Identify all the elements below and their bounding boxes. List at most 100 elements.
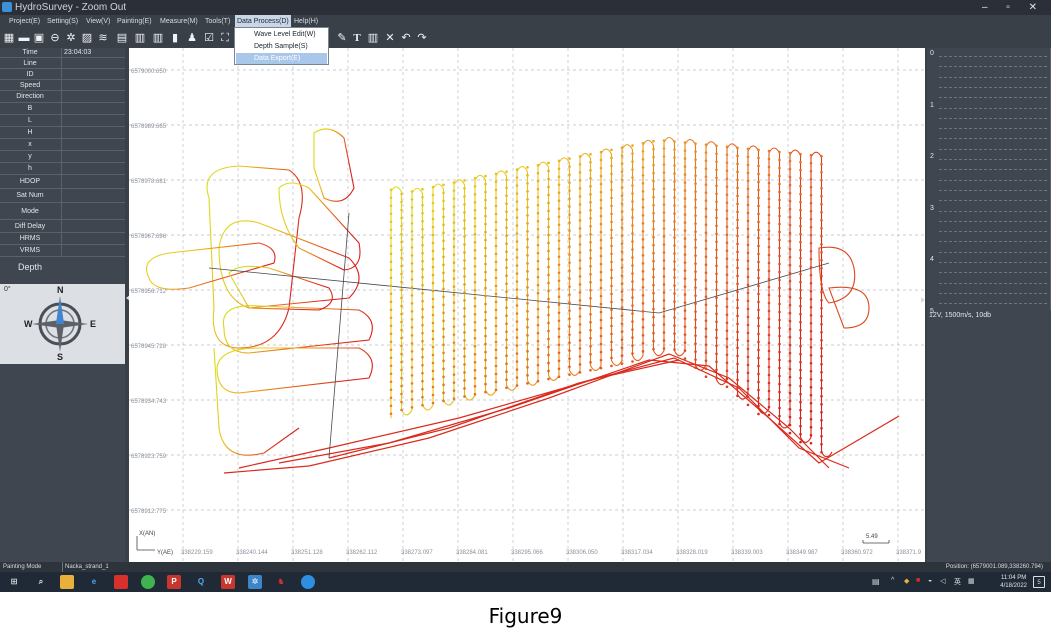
sounding-point — [526, 206, 529, 209]
settings-gear-icon[interactable]: ✲ — [65, 32, 77, 44]
sounding-point — [809, 169, 813, 173]
file-explorer-icon[interactable] — [60, 575, 74, 589]
menu-tools[interactable]: Tools(T) — [203, 15, 232, 29]
layers-icon[interactable]: ▦ — [3, 32, 15, 44]
image-icon[interactable]: ▨ — [81, 32, 93, 44]
save-icon[interactable]: ▣ — [33, 32, 45, 44]
sounding-point — [610, 340, 613, 344]
maximize-button[interactable]: ▫ — [1006, 2, 1018, 13]
edit-icon[interactable]: ✎ — [336, 32, 348, 44]
depth-tick-label: 2 — [930, 153, 934, 160]
video-icon[interactable]: ▮ — [169, 32, 181, 44]
tray-clock[interactable]: 11:04 PM 4/18/2022 — [1000, 574, 1027, 590]
minimize-button[interactable]: – — [982, 2, 996, 13]
wechat-icon[interactable] — [141, 575, 155, 589]
sounding-point — [494, 356, 498, 360]
network-icon[interactable]: ◒ — [928, 577, 932, 584]
hydrosurvey-app-icon[interactable]: ✲ — [248, 575, 262, 589]
ime-icon[interactable]: ▦ — [968, 577, 975, 585]
keyboard-icon[interactable]: ▤ — [872, 577, 880, 586]
fullscreen-icon[interactable]: ⛶ — [219, 32, 231, 44]
sounding-point — [662, 195, 666, 198]
sounding-point — [389, 372, 393, 376]
text-icon[interactable]: T — [351, 32, 363, 44]
tray-app-icon[interactable]: ◆ — [904, 577, 909, 585]
menu-project[interactable]: Project(E) — [7, 15, 42, 29]
browser-q-icon[interactable]: Q — [194, 575, 208, 589]
sounding-point — [662, 219, 666, 222]
wps-icon[interactable]: W — [221, 575, 235, 589]
survey-map-view[interactable]: 6579000.650 6578989.665 6578978.681 6578967… — [129, 48, 925, 562]
user-icon[interactable]: ♟ — [186, 32, 198, 44]
barcode-icon[interactable]: ▥ — [367, 32, 379, 44]
tray-up-icon[interactable]: ^ — [891, 577, 894, 584]
sounding-point — [494, 380, 498, 384]
sounding-point — [431, 257, 435, 261]
sounding-point — [673, 140, 676, 143]
sounding-point — [547, 281, 550, 285]
collapse-right-arrow-icon[interactable] — [921, 297, 925, 303]
chrome-icon[interactable] — [301, 575, 315, 589]
survey-map-canvas[interactable]: 6579000.650 6578989.665 6578978.681 6578967… — [129, 48, 925, 562]
sounding-point — [799, 160, 802, 164]
pdf-app-icon[interactable] — [114, 575, 128, 589]
start-windows-icon[interactable]: ⊞ — [7, 575, 21, 589]
menu-measure[interactable]: Measure(M) — [158, 15, 200, 29]
link-icon[interactable]: ⊖ — [49, 32, 61, 44]
print-icon[interactable]: ▥ — [134, 32, 146, 44]
menu-item-wave-level-edit[interactable]: Wave Level Edit(W) — [236, 29, 327, 40]
menu-item-depth-sample[interactable]: Depth Sample(S) — [236, 41, 327, 52]
sounding-point — [515, 232, 519, 235]
undo-icon[interactable]: ↶ — [400, 32, 412, 44]
sounding-point — [410, 222, 414, 225]
menu-view[interactable]: View(V) — [84, 15, 112, 29]
menu-item-data-export[interactable]: Data Export(E) — [236, 53, 327, 64]
menu-setting[interactable]: Setting(S) — [45, 15, 80, 29]
printer-icon[interactable]: ▥ — [152, 32, 164, 44]
sounding-point — [568, 309, 571, 312]
menu-painting[interactable]: Painting(E) — [115, 15, 154, 29]
depth-gridline — [939, 262, 1047, 263]
sounding-point — [599, 294, 603, 298]
depth-gridline — [939, 251, 1047, 253]
search-icon[interactable]: ⌕ — [34, 575, 48, 589]
sounding-point — [442, 383, 445, 387]
sounding-point — [400, 304, 403, 308]
sounding-point — [757, 172, 760, 176]
tray-security-icon[interactable]: ■ — [916, 577, 920, 584]
sounding-point — [557, 367, 561, 371]
game-icon[interactable]: ♞ — [274, 575, 288, 589]
redo-icon[interactable]: ↷ — [416, 32, 428, 44]
report-icon[interactable]: ▤ — [116, 32, 128, 44]
sounding-point — [788, 183, 792, 187]
sounding-point — [599, 302, 603, 306]
sounding-point — [694, 190, 697, 193]
x-tick-label: 338284.081 — [456, 550, 488, 556]
edge-browser-icon[interactable]: e — [87, 575, 101, 589]
edit-box-icon[interactable]: ☑ — [203, 32, 215, 44]
window-controls[interactable]: – ▫ ✕ — [982, 0, 1045, 15]
sounding-point — [505, 290, 508, 294]
powerpoint-icon[interactable]: P — [167, 575, 181, 589]
sounding-point — [683, 349, 687, 352]
sounding-point — [389, 292, 393, 296]
sounding-point — [673, 164, 676, 167]
open-folder-icon[interactable]: ▬ — [18, 32, 30, 44]
sounding-point — [557, 231, 561, 235]
volume-icon[interactable]: ◁ — [940, 577, 945, 585]
close-button[interactable]: ✕ — [1029, 2, 1045, 13]
sounding-point — [610, 172, 613, 176]
info-row: h — [0, 163, 125, 175]
sounding-point — [757, 236, 760, 240]
input-language[interactable]: 英 — [954, 577, 961, 587]
sounding-point — [683, 269, 687, 272]
delete-x-icon[interactable]: ✕ — [384, 32, 396, 44]
sounding-point — [725, 233, 729, 237]
notification-icon[interactable]: 5 — [1033, 576, 1045, 588]
sounding-point — [610, 300, 613, 304]
sounding-point — [809, 273, 813, 277]
sounding-point — [578, 371, 582, 374]
sounding-point — [641, 174, 645, 177]
wave-icon[interactable]: ≋ — [97, 32, 109, 44]
sounding-point — [683, 189, 687, 192]
